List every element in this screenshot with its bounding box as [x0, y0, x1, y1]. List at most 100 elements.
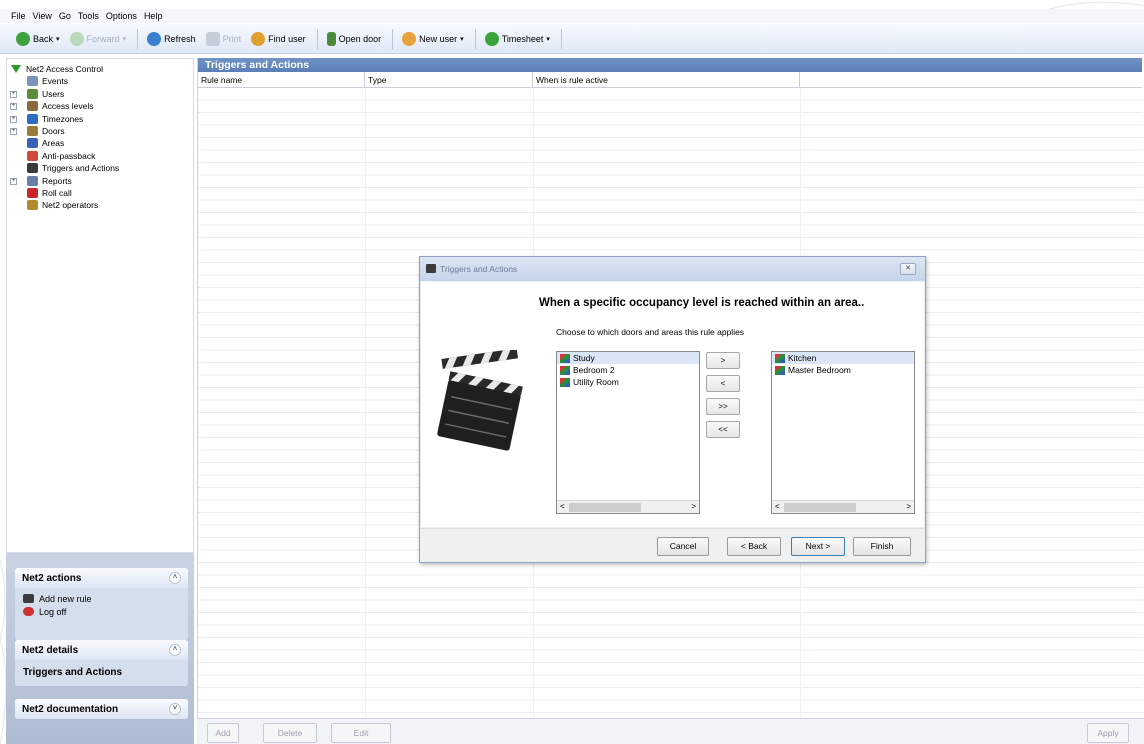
chevron-down-icon: ▾ [56, 35, 60, 43]
menu-help[interactable]: Help [144, 11, 163, 21]
area-icon [775, 353, 785, 363]
back-button[interactable]: Back ▾ [12, 28, 64, 50]
tree-item-label: Net2 Access Control [26, 64, 104, 74]
timesheet-label: Timesheet [501, 33, 544, 44]
tree-item[interactable]: + Timezones [7, 113, 193, 125]
area-icon [560, 377, 570, 387]
area-icon [560, 353, 570, 363]
collapse-chevron-icon[interactable]: ˄ [169, 644, 181, 656]
edit-button[interactable]: Edit [331, 723, 391, 743]
menu-go[interactable]: Go [59, 11, 71, 21]
add-rule-icon [23, 594, 34, 603]
list-item[interactable]: Master Bedroom [772, 364, 914, 376]
list-item[interactable]: Study [557, 352, 699, 364]
move-left-button[interactable]: < [706, 375, 740, 392]
finish-button[interactable]: Finish [853, 537, 911, 556]
net2-actions-header[interactable]: Net2 actions ˄ [15, 568, 188, 588]
net2-details-panel: Net2 details ˄ Triggers and Actions [15, 640, 188, 686]
add-new-rule-label: Add new rule [39, 593, 92, 604]
tree-item[interactable]: + Users [7, 88, 193, 100]
tree-item[interactable]: + Access levels [7, 100, 193, 112]
list-item[interactable]: Utility Room [557, 376, 699, 388]
log-off-link[interactable]: Log off [23, 605, 180, 618]
scroll-thumb[interactable] [569, 503, 641, 512]
scroll-thumb[interactable] [784, 503, 856, 512]
add-new-rule-link[interactable]: Add new rule [23, 592, 180, 605]
available-areas-list[interactable]: Study Bedroom 2 Utility Room < > [556, 351, 700, 514]
column-type[interactable]: Type [365, 72, 533, 88]
list-item-label: Utility Room [573, 377, 619, 387]
expand-toggle-icon[interactable]: + [10, 103, 17, 111]
move-right-button[interactable]: > [706, 352, 740, 369]
next-button[interactable]: Next > [791, 537, 845, 556]
selected-areas-list[interactable]: Kitchen Master Bedroom < > [771, 351, 915, 514]
menu-file[interactable]: File [11, 11, 26, 21]
open-door-button[interactable]: Open door [323, 28, 386, 50]
tree-item[interactable]: Net2 Access Control [7, 63, 193, 75]
horizontal-scrollbar[interactable]: < > [772, 500, 914, 513]
list-item-label: Study [573, 353, 595, 363]
refresh-label: Refresh [164, 33, 196, 44]
menu-view[interactable]: View [33, 11, 52, 21]
find-user-label: Find user [268, 33, 306, 44]
tree-item[interactable]: Areas [7, 137, 193, 149]
move-all-left-button[interactable]: << [706, 421, 740, 438]
area-icon [775, 365, 785, 375]
expand-toggle-icon[interactable]: + [10, 127, 17, 135]
menu-tools[interactable]: Tools [78, 11, 99, 21]
apply-button[interactable]: Apply [1087, 723, 1129, 743]
net2-details-title: Net2 details [22, 644, 79, 656]
tree-item[interactable]: + Reports [7, 175, 193, 187]
expand-toggle-icon[interactable]: + [10, 115, 17, 123]
forward-button[interactable]: Forward ▾ [66, 28, 131, 50]
tree-item[interactable]: Events [7, 75, 193, 87]
back-label: Back [33, 33, 54, 44]
menu-options[interactable]: Options [106, 11, 137, 21]
scroll-right-icon[interactable]: > [906, 502, 911, 511]
tree-item-label: Reports [42, 175, 72, 186]
dialog-body: When a specific occupancy level is reach… [421, 282, 924, 527]
timesheet-button[interactable]: Timesheet ▾ [481, 28, 554, 50]
chevron-down-icon: ▾ [122, 35, 127, 43]
bottom-button-bar: Add Delete Edit Apply [197, 718, 1144, 744]
expand-chevron-icon[interactable]: ˅ [169, 703, 181, 715]
list-item[interactable]: Kitchen [772, 352, 914, 364]
horizontal-scrollbar[interactable]: < > [557, 500, 699, 513]
clapperboard-icon [426, 264, 436, 273]
column-rule-name[interactable]: Rule name [198, 72, 365, 88]
expand-toggle-icon[interactable]: + [10, 177, 17, 185]
list-item[interactable]: Bedroom 2 [557, 364, 699, 376]
net2-details-header[interactable]: Net2 details ˄ [15, 640, 188, 660]
timezones-icon [27, 113, 38, 124]
tree-item[interactable]: + Doors [7, 125, 193, 137]
pane-title: Triggers and Actions [198, 58, 1142, 72]
add-button[interactable]: Add [207, 723, 239, 743]
collapse-chevron-icon[interactable]: ˄ [169, 572, 181, 584]
net2-documentation-header[interactable]: Net2 documentation ˅ [15, 699, 188, 719]
tree-item[interactable]: Net2 operators [7, 199, 193, 211]
access-levels-icon [27, 101, 38, 112]
scroll-right-icon[interactable]: > [691, 502, 696, 511]
net2-app-window: File View Go Tools Options Help Back ▾ F… [0, 0, 1144, 744]
scroll-left-icon[interactable]: < [775, 502, 780, 511]
tree-item[interactable]: Roll call [7, 187, 193, 199]
refresh-button[interactable]: Refresh [143, 28, 200, 50]
new-user-label: New user [419, 33, 458, 44]
dialog-title: Triggers and Actions [440, 264, 518, 274]
tree-item-label: Roll call [42, 187, 72, 198]
column-when-active[interactable]: When is rule active [533, 72, 800, 88]
delete-button[interactable]: Delete [263, 723, 317, 743]
tree-item[interactable]: Anti-passback [7, 150, 193, 162]
move-all-right-button[interactable]: >> [706, 398, 740, 415]
back-step-button[interactable]: < Back [727, 537, 781, 556]
find-user-button[interactable]: Find user [247, 28, 310, 50]
tree-item[interactable]: Triggers and Actions [7, 162, 193, 174]
scroll-left-icon[interactable]: < [560, 502, 565, 511]
close-button[interactable]: ✕ [900, 263, 916, 275]
new-user-button[interactable]: New user ▾ [398, 28, 468, 50]
navigation-tree: Net2 Access Control Events + Users + Access l… [6, 58, 194, 553]
print-button[interactable]: Print [202, 28, 246, 50]
triggers-actions-dialog: Triggers and Actions ✕ When a specific o… [419, 256, 926, 563]
cancel-button[interactable]: Cancel [657, 537, 709, 556]
expand-toggle-icon[interactable]: + [10, 90, 17, 98]
